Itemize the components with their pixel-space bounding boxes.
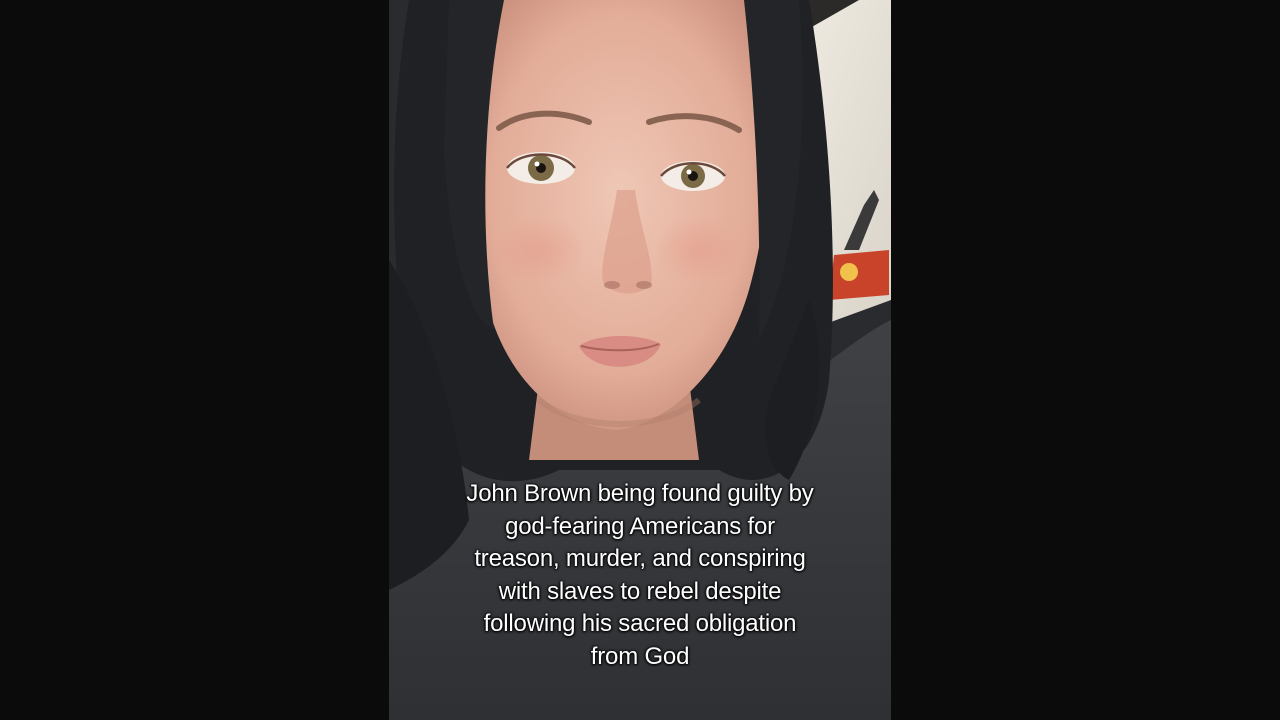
caption-line: with slaves to rebel despite [498, 577, 782, 605]
video-caption: John Brown being found guilty by god-fea… [389, 478, 891, 673]
left-eye [506, 152, 576, 184]
caption-line: treason, murder, and conspiring [474, 545, 806, 572]
video-viewer: John Brown being found guilty by god-fea… [0, 0, 1280, 720]
caption-line: following his sacred obligation [483, 610, 797, 637]
caption-line: John Brown being found guilty by [466, 480, 814, 507]
caption-line: from God [590, 642, 690, 670]
video-frame[interactable]: John Brown being found guilty by god-fea… [389, 0, 891, 720]
right-eye [660, 161, 726, 191]
caption-line: god-fearing Americans for [505, 512, 775, 540]
